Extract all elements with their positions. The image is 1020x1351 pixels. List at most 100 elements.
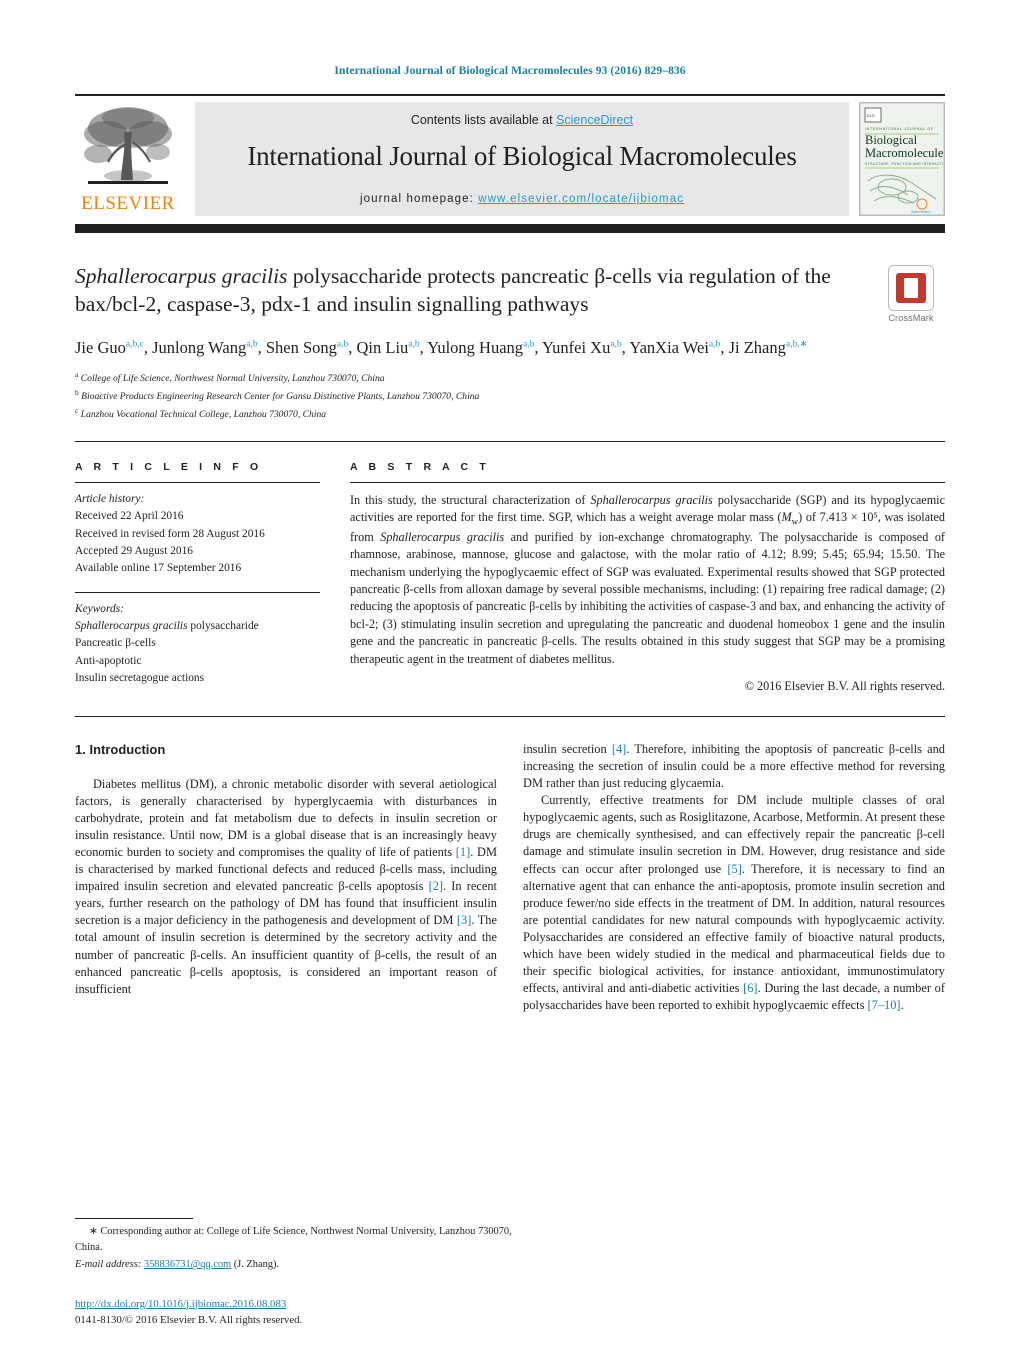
keywords-label: Keywords: xyxy=(75,602,124,615)
author-affiliation-marker: a,b xyxy=(336,339,349,350)
affiliation-list: a College of Life Science, Northwest Nor… xyxy=(75,369,945,423)
article-info-column: A R T I C L E I N F O Article history: R… xyxy=(75,461,320,694)
author-name: Yulong Huang xyxy=(427,337,524,357)
body-paragraph: insulin secretion [4]. Therefore, inhibi… xyxy=(523,742,945,791)
journal-band: Contents lists available at ScienceDirec… xyxy=(195,102,849,216)
elsevier-tree-icon xyxy=(84,107,172,184)
history-item: Accepted 29 August 2016 xyxy=(75,544,193,557)
svg-text:ScienceDirect: ScienceDirect xyxy=(911,210,931,214)
keyword-item: Insulin secretagogue actions xyxy=(75,671,205,684)
homepage-prefix: journal homepage: xyxy=(359,193,479,205)
affiliation-item: a College of Life Science, Northwest Nor… xyxy=(75,369,385,384)
abstract-rule xyxy=(350,481,945,483)
svg-text:Biological: Biological xyxy=(865,133,918,147)
keywords-divider xyxy=(75,591,320,593)
author-name: Jie Guo xyxy=(75,337,126,357)
body-paragraph: Currently, effective treatments for DM i… xyxy=(523,793,945,1012)
keyword-item: Pancreatic β-cells xyxy=(75,637,156,650)
citation-reference[interactable]: [6] xyxy=(743,981,757,995)
title-block: CrossMark Sphallerocarpus gracilis polys… xyxy=(75,263,945,423)
author-name: Qin Liu xyxy=(356,337,409,357)
abstract-text: In this study, the structural characteri… xyxy=(350,492,945,666)
doi-block: http://dx.doi.org/10.1016/j.ijbiomac.201… xyxy=(75,1296,302,1329)
corresponding-marker: ∗ xyxy=(89,1226,98,1238)
author-affiliation-marker: a,b xyxy=(610,339,622,350)
history-item: Received in revised form 28 August 2016 xyxy=(75,527,265,540)
body-column-right: insulin secretion [4]. Therefore, inhibi… xyxy=(523,741,945,1014)
elsevier-wordmark: ELSEVIER xyxy=(81,193,175,214)
journal-masthead: ELSEVIER Contents lists available at Sci… xyxy=(75,94,945,224)
journal-title: International Journal of Biological Macr… xyxy=(247,141,797,171)
body-column-left: 1. Introduction Diabetes mellitus (DM), … xyxy=(75,741,497,1014)
journal-homepage-link[interactable]: www.elsevier.com/locate/ijbiomac xyxy=(478,193,684,205)
crossmark-label: CrossMark xyxy=(888,313,934,323)
running-head: International Journal of Biological Macr… xyxy=(334,65,686,77)
corresponding-text: Corresponding author at: College of Life… xyxy=(75,1226,512,1253)
keyword-item: Sphallerocarpus gracilis polysaccharide xyxy=(75,619,259,632)
author-list: Jie Guoa,b,c, Junlong Wanga,b, Shen Song… xyxy=(75,337,808,357)
author-name: YanXia Wei xyxy=(629,337,709,357)
info-abstract-row: A R T I C L E I N F O Article history: R… xyxy=(75,461,945,694)
abstract-bottom-rule xyxy=(75,716,945,718)
section-heading-introduction: 1. Introduction xyxy=(75,742,166,758)
body-columns: 1. Introduction Diabetes mellitus (DM), … xyxy=(75,741,945,1014)
history-item: Received 22 April 2016 xyxy=(75,510,184,523)
citation-reference[interactable]: [2] xyxy=(429,879,443,893)
author-name: Yunfei Xu xyxy=(542,337,611,357)
author-name: Ji Zhang xyxy=(728,337,786,357)
footnote-rule xyxy=(75,1218,193,1220)
affiliation-item: b Bioactive Products Engineering Researc… xyxy=(75,387,480,403)
journal-cover-thumbnail: ELS INTERNATIONAL JOURNAL OF Biological … xyxy=(859,102,945,216)
author-affiliation-marker: a,b,∗ xyxy=(785,339,808,350)
keywords-block: Keywords: Sphallerocarpus gracilis polys… xyxy=(75,601,320,688)
email-owner: (J. Zhang). xyxy=(233,1259,280,1271)
citation-reference[interactable]: [7–10] xyxy=(868,998,901,1012)
email-link[interactable]: 358836731@qq.com xyxy=(144,1259,231,1270)
author-affiliation-marker: a,b xyxy=(408,339,420,350)
keyword-item: Anti-apoptotic xyxy=(75,654,142,667)
title-section-divider xyxy=(75,440,945,442)
article-info-rule xyxy=(75,481,320,483)
title-species-italic: Sphallerocarpus gracilis xyxy=(75,264,288,288)
citation-reference[interactable]: [1] xyxy=(456,845,470,859)
svg-text:STRUCTURE, FUNCTION AND INTERA: STRUCTURE, FUNCTION AND INTERACTIONS xyxy=(865,162,944,166)
crossmark-icon xyxy=(888,265,934,311)
author-name: Junlong Wang xyxy=(152,337,247,357)
body-paragraph: Diabetes mellitus (DM), a chronic metabo… xyxy=(75,777,498,996)
author-affiliation-marker: a,b xyxy=(708,339,721,350)
author-name: Shen Song xyxy=(265,337,337,357)
affiliation-item: c Lanzhou Vocational Technical College, … xyxy=(75,405,327,421)
citation-reference[interactable]: [4] xyxy=(612,742,626,756)
svg-text:INTERNATIONAL JOURNAL OF: INTERNATIONAL JOURNAL OF xyxy=(865,127,934,131)
article-info-heading: A R T I C L E I N F O xyxy=(75,460,263,473)
author-affiliation-marker: a,b xyxy=(523,339,535,350)
contents-prefix: Contents lists available at xyxy=(410,113,557,127)
author-affiliation-marker: a,b xyxy=(246,339,258,350)
elsevier-logo: ELSEVIER xyxy=(75,96,181,224)
doi-link[interactable]: http://dx.doi.org/10.1016/j.ijbiomac.201… xyxy=(75,1298,286,1310)
journal-cover-art: ELS INTERNATIONAL JOURNAL OF Biological … xyxy=(860,103,944,215)
journal-homepage-line: journal homepage: www.elsevier.com/locat… xyxy=(360,193,684,205)
corresponding-author-note: ∗ Corresponding author at: College of Li… xyxy=(75,1224,515,1255)
masthead-bottom-rule xyxy=(75,224,945,233)
email-label: E-mail address: xyxy=(75,1259,142,1271)
article-page: International Journal of Biological Macr… xyxy=(0,0,1020,1351)
crossmark-badge[interactable]: CrossMark xyxy=(877,265,945,323)
abstract-column: A B S T R A C T In this study, the struc… xyxy=(350,461,945,694)
contents-available-line: Contents lists available at ScienceDirec… xyxy=(411,113,633,127)
issn-copyright-line: 0141-8130/© 2016 Elsevier B.V. All right… xyxy=(75,1314,303,1327)
svg-text:ELS: ELS xyxy=(867,113,875,118)
abstract-copyright: © 2016 Elsevier B.V. All rights reserved… xyxy=(744,679,945,694)
sciencedirect-link[interactable]: ScienceDirect xyxy=(556,113,633,127)
email-note: E-mail address: 358836731@qq.com (J. Zha… xyxy=(75,1257,515,1273)
article-history-label: Article history: xyxy=(75,492,145,505)
svg-text:Macromolecules: Macromolecules xyxy=(865,146,944,160)
author-affiliation-marker: a,b,c xyxy=(125,339,144,350)
history-item: Available online 17 September 2016 xyxy=(75,562,242,575)
citation-reference[interactable]: [5] xyxy=(727,862,741,876)
page-title: Sphallerocarpus gracilis polysaccharide … xyxy=(75,263,945,319)
footnote-block: ∗ Corresponding author at: College of Li… xyxy=(75,1218,515,1273)
citation-reference[interactable]: [3] xyxy=(457,913,471,927)
abstract-heading: A B S T R A C T xyxy=(350,460,490,473)
article-history-block: Article history: Received 22 April 2016 … xyxy=(75,491,320,578)
